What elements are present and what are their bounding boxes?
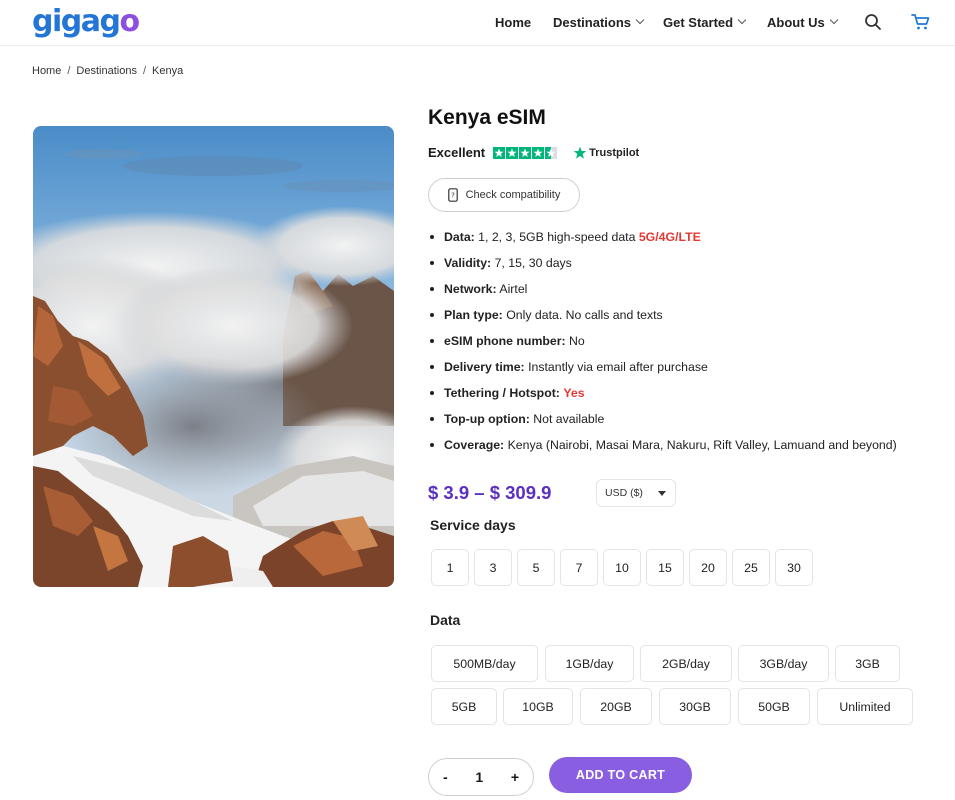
data-option[interactable]: 20GB (580, 688, 652, 725)
data-option[interactable]: 3GB/day (738, 645, 829, 682)
feature-phone-number: eSIM phone number: No (430, 332, 897, 358)
feature-validity: Validity: 7, 15, 30 days (430, 254, 897, 280)
data-label: Data (430, 612, 461, 628)
feature-plan-type: Plan type: Only data. No calls and texts (430, 306, 897, 332)
rating-row: Excellent Trustpilot (428, 145, 639, 160)
breadcrumb-current: Kenya (152, 65, 184, 77)
data-option[interactable]: 3GB (835, 645, 900, 682)
feature-tethering: Tethering / Hotspot: Yes (430, 384, 897, 410)
data-option[interactable]: 500MB/day (431, 645, 538, 682)
currency-select[interactable]: USD ($) (596, 479, 676, 507)
day-option[interactable]: 30 (775, 549, 813, 586)
day-option[interactable]: 20 (689, 549, 727, 586)
breadcrumb-home[interactable]: Home (32, 65, 61, 77)
day-option[interactable]: 15 (646, 549, 684, 586)
star-icon (493, 146, 506, 159)
day-option[interactable]: 10 (603, 549, 641, 586)
data-option[interactable]: Unlimited (817, 688, 913, 725)
feature-delivery-time: Delivery time: Instantly via email after… (430, 358, 897, 384)
quantity-value[interactable]: 1 (475, 769, 483, 785)
decrease-button[interactable]: - (443, 769, 448, 785)
feature-list: Data: 1, 2, 3, 5GB high-speed data 5G/4G… (430, 228, 897, 462)
feature-data: Data: 1, 2, 3, 5GB high-speed data 5G/4G… (430, 228, 897, 254)
site-header: gigago Home Destinations Get Started Abo… (0, 0, 955, 46)
cart-icon[interactable] (909, 10, 933, 34)
add-to-cart-button[interactable]: ADD TO CART (549, 757, 692, 793)
data-option[interactable]: 10GB (503, 688, 573, 725)
product-image (33, 126, 394, 587)
gigago-logo[interactable]: gigago (32, 4, 140, 40)
trustpilot-star-icon (573, 146, 587, 159)
day-option[interactable]: 1 (431, 549, 469, 586)
chevron-down-icon (737, 15, 747, 25)
day-option[interactable]: 5 (517, 549, 555, 586)
chevron-down-icon (829, 15, 839, 25)
day-option[interactable]: 7 (560, 549, 598, 586)
star-icon (519, 146, 532, 159)
data-option[interactable]: 5GB (431, 688, 497, 725)
nav-about-us[interactable]: About Us (767, 0, 839, 44)
trustpilot-stars (493, 146, 558, 159)
chevron-down-icon (635, 15, 645, 25)
data-option[interactable]: 30GB (659, 688, 731, 725)
star-icon (532, 146, 545, 159)
data-option[interactable]: 2GB/day (640, 645, 732, 682)
nav-get-started[interactable]: Get Started (663, 0, 747, 44)
breadcrumb-destinations[interactable]: Destinations (76, 65, 137, 77)
star-icon (506, 146, 519, 159)
breadcrumb: Home / Destinations / Kenya (32, 65, 184, 77)
check-compatibility-button[interactable]: ? Check compatibility (428, 178, 580, 212)
day-option[interactable]: 25 (732, 549, 770, 586)
nav-destinations[interactable]: Destinations (553, 0, 645, 44)
increase-button[interactable]: + (511, 769, 519, 785)
trustpilot-logo[interactable]: Trustpilot (573, 146, 639, 160)
nav-home[interactable]: Home (495, 0, 531, 44)
data-option[interactable]: 50GB (738, 688, 810, 725)
service-days-label: Service days (430, 517, 516, 533)
search-icon[interactable] (861, 10, 885, 34)
rating-text: Excellent (428, 145, 486, 160)
data-option[interactable]: 1GB/day (545, 645, 634, 682)
feature-top-up: Top-up option: Not available (430, 410, 897, 436)
quantity-stepper: - 1 + (428, 758, 534, 796)
star-half-icon (545, 146, 558, 159)
phone-icon: ? (447, 188, 458, 202)
svg-text:?: ? (451, 192, 455, 200)
feature-network: Network: Airtel (430, 280, 897, 306)
product-title: Kenya eSIM (428, 106, 546, 129)
price-range: $ 3.9 – $ 309.9 (428, 482, 552, 503)
caret-down-icon (658, 491, 666, 496)
day-option[interactable]: 3 (474, 549, 512, 586)
feature-coverage: Coverage: Kenya (Nairobi, Masai Mara, Na… (430, 436, 897, 462)
